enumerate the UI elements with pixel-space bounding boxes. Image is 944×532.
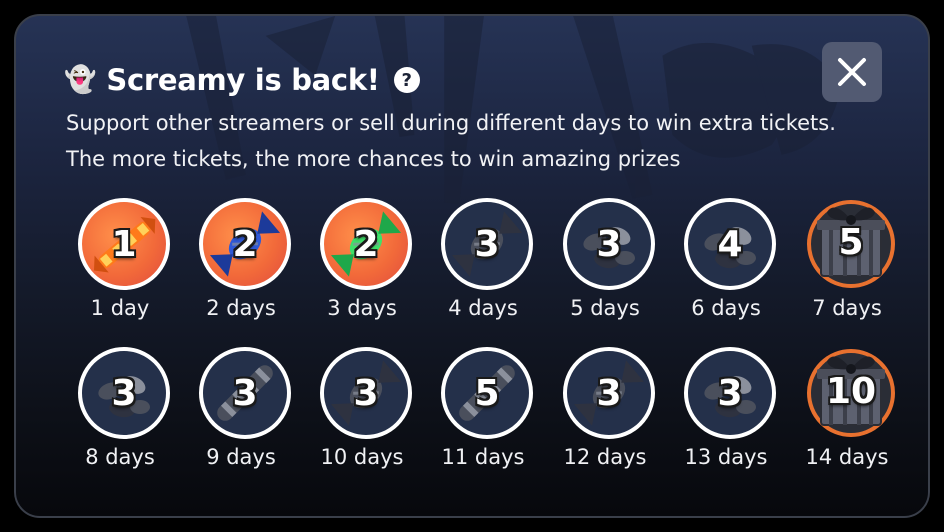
- gift-box-icon: 10: [805, 345, 897, 437]
- screamy-modal: 👻 Screamy is back! ? Support other strea…: [14, 14, 930, 518]
- ticket-count: 2: [353, 223, 379, 265]
- reward-badge: 3: [199, 347, 291, 439]
- reward-day-label: 4 days: [448, 296, 518, 320]
- reward-day-label: 2 days: [206, 296, 276, 320]
- reward-badge: 3: [78, 347, 170, 439]
- reward-badge: 3: [563, 347, 655, 439]
- reward-badge: 3: [684, 347, 776, 439]
- reward-item: 3 8 days: [64, 347, 184, 477]
- reward-item: 10 14 days: [791, 347, 911, 477]
- reward-item: 3 5 days: [549, 198, 669, 328]
- ticket-count: 3: [717, 372, 743, 414]
- reward-badge: 2: [199, 198, 291, 290]
- reward-item: 3 4 days: [427, 198, 547, 328]
- ticket-count: 1: [111, 223, 137, 265]
- reward-item: 3 12 days: [549, 347, 669, 477]
- reward-day-label: 1 day: [90, 296, 150, 320]
- reward-badge: 3: [563, 198, 655, 290]
- ticket-count: 3: [596, 372, 622, 414]
- reward-day-label: 12 days: [563, 445, 647, 469]
- ticket-count: 5: [838, 221, 864, 263]
- gift-box-icon: 5: [805, 196, 897, 288]
- reward-day-label: 8 days: [85, 445, 155, 469]
- ticket-count: 5: [474, 372, 500, 414]
- ticket-count: 2: [232, 223, 258, 265]
- reward-day-label: 10 days: [320, 445, 404, 469]
- reward-day-label: 13 days: [684, 445, 768, 469]
- reward-badge: 5: [441, 347, 533, 439]
- reward-day-label: 7 days: [812, 296, 882, 320]
- reward-item: 5 7 days: [791, 198, 911, 328]
- reward-day-label: 11 days: [441, 445, 525, 469]
- reward-grid: 1 1 day 2 2 days 2 3 days 3 4 days 3 5 days 4 6 day…: [16, 16, 928, 516]
- reward-day-label: 3 days: [327, 296, 397, 320]
- reward-badge: 1: [78, 198, 170, 290]
- reward-badge: 3: [320, 347, 412, 439]
- reward-item: 3 13 days: [670, 347, 790, 477]
- reward-item: 3 9 days: [185, 347, 305, 477]
- reward-item: 2 3 days: [306, 198, 426, 328]
- reward-day-label: 14 days: [805, 445, 889, 469]
- ticket-count: 4: [717, 223, 743, 265]
- ticket-count: 3: [111, 372, 137, 414]
- ticket-count: 3: [232, 372, 258, 414]
- reward-item: 2 2 days: [185, 198, 305, 328]
- reward-item: 3 10 days: [306, 347, 426, 477]
- reward-item: 5 11 days: [427, 347, 547, 477]
- reward-badge: 4: [684, 198, 776, 290]
- ticket-count: 3: [474, 223, 500, 265]
- reward-day-label: 5 days: [570, 296, 640, 320]
- reward-day-label: 6 days: [691, 296, 761, 320]
- ticket-count: 3: [596, 223, 622, 265]
- reward-day-label: 9 days: [206, 445, 276, 469]
- reward-item: 4 6 days: [670, 198, 790, 328]
- ticket-count: 3: [353, 372, 379, 414]
- ticket-count: 10: [825, 370, 877, 412]
- reward-badge: 2: [320, 198, 412, 290]
- reward-badge: 3: [441, 198, 533, 290]
- reward-item: 1 1 day: [64, 198, 184, 328]
